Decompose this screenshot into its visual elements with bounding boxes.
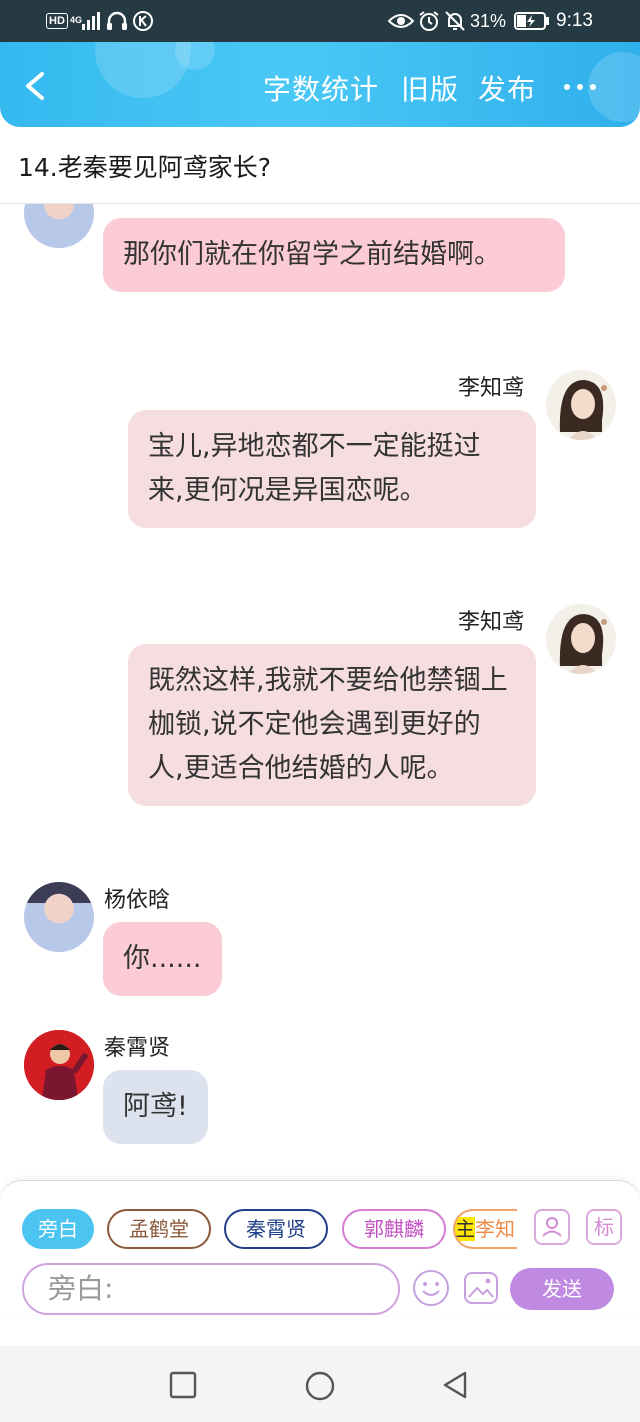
- word-count-button[interactable]: 字数统计: [263, 68, 379, 108]
- square-icon: [169, 1371, 197, 1399]
- mute-bell-icon: [444, 0, 466, 42]
- message-input[interactable]: 旁白:: [22, 1263, 400, 1315]
- avatar-li-zhiyuan[interactable]: [546, 604, 616, 674]
- role-chip-li-zhiyuan[interactable]: 主李知: [453, 1209, 517, 1249]
- role-chip-label: 李知: [475, 1217, 515, 1241]
- hd-badge: HD: [46, 0, 68, 42]
- composer-toolbar: 旁白 孟鹤堂 秦霄贤 郭麒麟 主李知 标 旁白: 发送: [0, 1180, 640, 1315]
- person-icon: [542, 1217, 562, 1237]
- emoji-button[interactable]: [412, 1269, 450, 1307]
- avatar-yang-yihan[interactable]: [24, 882, 94, 952]
- publish-button[interactable]: 发布: [478, 68, 536, 108]
- hd-badge-text: HD: [46, 12, 68, 29]
- man-portrait-icon: [24, 1030, 94, 1100]
- sender-name: 秦霄贤: [104, 1036, 171, 1061]
- sender-name: 李知鸢: [458, 610, 525, 635]
- image-button[interactable]: [462, 1269, 500, 1307]
- more-options-button[interactable]: [560, 80, 600, 94]
- sender-name: 李知鸢: [458, 376, 525, 401]
- app-header: 字数统计 旧版 发布: [0, 42, 640, 127]
- clock: 9:13: [556, 10, 593, 31]
- network-indicator: 4G: [70, 0, 82, 42]
- lady-portrait-icon: [546, 370, 616, 440]
- home-button[interactable]: [304, 1370, 335, 1401]
- avatar-yang-yihan[interactable]: [24, 204, 94, 248]
- dot: [577, 84, 583, 90]
- back-nav-button[interactable]: [440, 1370, 470, 1400]
- add-role-button[interactable]: [534, 1209, 570, 1245]
- k-app-icon: [132, 0, 154, 42]
- sender-name: 杨依晗: [104, 888, 171, 913]
- role-chip-qin-xiaoxian[interactable]: 秦霄贤: [224, 1209, 328, 1249]
- back-button[interactable]: [18, 66, 54, 106]
- chapter-title: 14.老秦要见阿鸢家长?: [18, 153, 272, 182]
- role-chip-guo-qilin[interactable]: 郭麒麟: [342, 1209, 446, 1249]
- chat-area[interactable]: 那你们就在你留学之前结婚啊。 李知鸢 宝儿,异地恋都不一定能挺过来,更何况是异国…: [0, 204, 640, 1180]
- send-button[interactable]: 发送: [510, 1268, 614, 1310]
- dot: [590, 84, 596, 90]
- battery-percent: 31%: [470, 11, 507, 31]
- avatar-li-zhiyuan[interactable]: [546, 370, 616, 440]
- dot: [564, 84, 570, 90]
- lady-portrait-icon: [546, 604, 616, 674]
- role-chip-narration[interactable]: 旁白: [22, 1209, 94, 1249]
- triangle-back-icon: [443, 1371, 467, 1399]
- network-type: 4G: [70, 15, 83, 26]
- alarm-icon: [418, 0, 440, 42]
- message-bubble[interactable]: 那你们就在你留学之前结婚啊。: [103, 218, 565, 292]
- avatar-qin-xiaoxian[interactable]: [24, 1030, 94, 1100]
- chevron-left-icon: [26, 72, 44, 100]
- image-icon: [464, 1272, 498, 1304]
- main-role-mark: 主: [455, 1217, 475, 1241]
- message-bubble[interactable]: 你......: [103, 922, 222, 996]
- signal-icon: [82, 0, 102, 42]
- headphones-icon: [106, 0, 128, 42]
- circle-icon: [305, 1371, 335, 1401]
- role-chip-meng-hetang[interactable]: 孟鹤堂: [107, 1209, 211, 1249]
- message-bubble[interactable]: 宝儿,异地恋都不一定能挺过来,更何况是异国恋呢。: [128, 410, 536, 528]
- old-version-button[interactable]: 旧版: [401, 68, 459, 108]
- message-bubble[interactable]: 阿鸢!: [103, 1070, 208, 1144]
- message-bubble[interactable]: 既然这样,我就不要给他禁锢上枷锁,说不定他会遇到更好的人,更适合他结婚的人呢。: [128, 644, 536, 806]
- battery-charging-icon: [514, 0, 550, 42]
- tag-button[interactable]: 标: [586, 1209, 622, 1245]
- system-nav-bar: [0, 1346, 640, 1422]
- eye-icon: [388, 0, 414, 42]
- smiley-icon: [413, 1270, 449, 1306]
- status-bar: HD 4G 31% 9:13: [0, 0, 640, 42]
- recent-apps-button[interactable]: [168, 1370, 198, 1400]
